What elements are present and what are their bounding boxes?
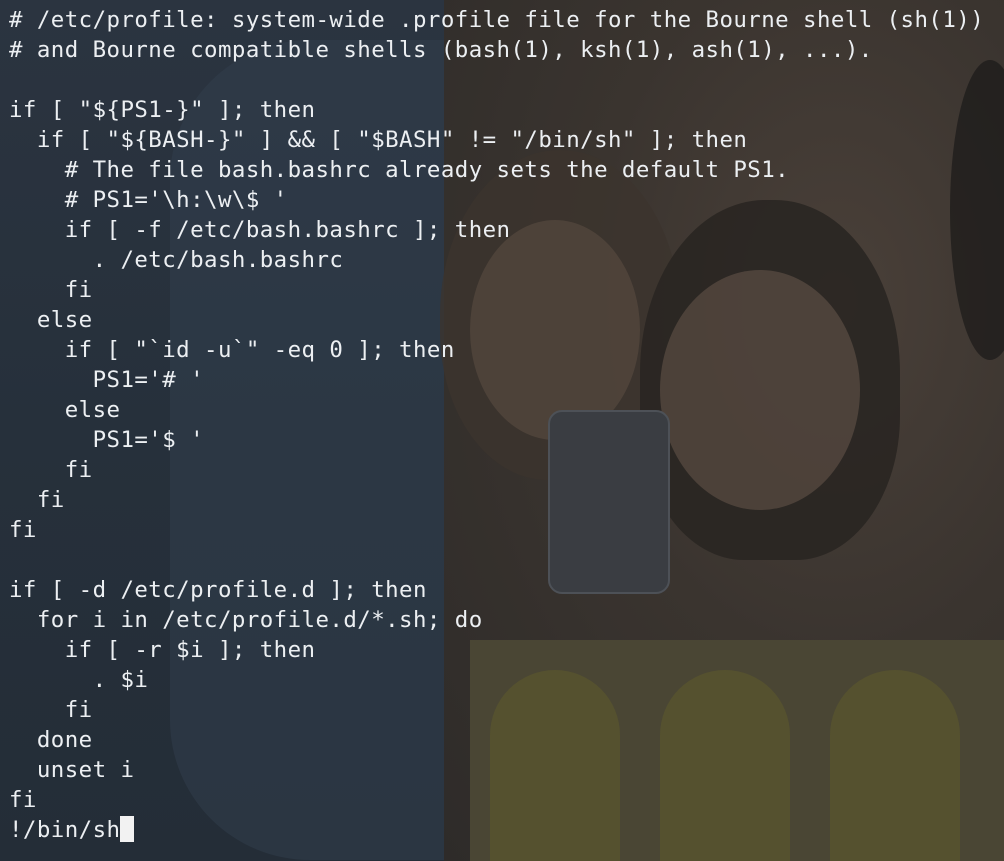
terminal-line: else	[9, 307, 93, 333]
terminal-line: if [ -d /etc/profile.d ]; then	[9, 577, 427, 603]
terminal-line: PS1='# '	[9, 367, 205, 393]
text-cursor	[120, 816, 135, 842]
terminal-window[interactable]: # /etc/profile: system-wide .profile fil…	[0, 0, 1004, 861]
terminal-line: # and Bourne compatible shells (bash(1),…	[9, 37, 873, 63]
terminal-line: unset i	[9, 757, 135, 783]
terminal-line: else	[9, 397, 121, 423]
terminal-line: fi	[9, 787, 37, 813]
terminal-line: if [ "${PS1-}" ]; then	[9, 97, 316, 123]
terminal-line: fi	[9, 517, 37, 543]
terminal-line: for i in /etc/profile.d/*.sh; do	[9, 607, 483, 633]
terminal-input-text: !/bin/sh	[9, 817, 121, 843]
terminal-input-line[interactable]: !/bin/sh	[9, 815, 984, 845]
terminal-line: if [ "${BASH-}" ] && [ "$BASH" != "/bin/…	[9, 127, 748, 153]
terminal-line: if [ "`id -u`" -eq 0 ]; then	[9, 337, 455, 363]
terminal-text-area[interactable]: # /etc/profile: system-wide .profile fil…	[9, 5, 984, 845]
terminal-line: # /etc/profile: system-wide .profile fil…	[9, 7, 985, 33]
terminal-line: PS1='$ '	[9, 427, 205, 453]
terminal-line: done	[9, 727, 93, 753]
terminal-line: fi	[9, 697, 93, 723]
terminal-line: . $i	[9, 667, 149, 693]
terminal-line: if [ -r $i ]; then	[9, 637, 316, 663]
terminal-line: # PS1='\h:\w\$ '	[9, 187, 288, 213]
terminal-line: . /etc/bash.bashrc	[9, 247, 344, 273]
terminal-line: fi	[9, 487, 65, 513]
terminal-line: fi	[9, 457, 93, 483]
terminal-line: # The file bash.bashrc already sets the …	[9, 157, 790, 183]
terminal-line: fi	[9, 277, 93, 303]
terminal-line: if [ -f /etc/bash.bashrc ]; then	[9, 217, 511, 243]
